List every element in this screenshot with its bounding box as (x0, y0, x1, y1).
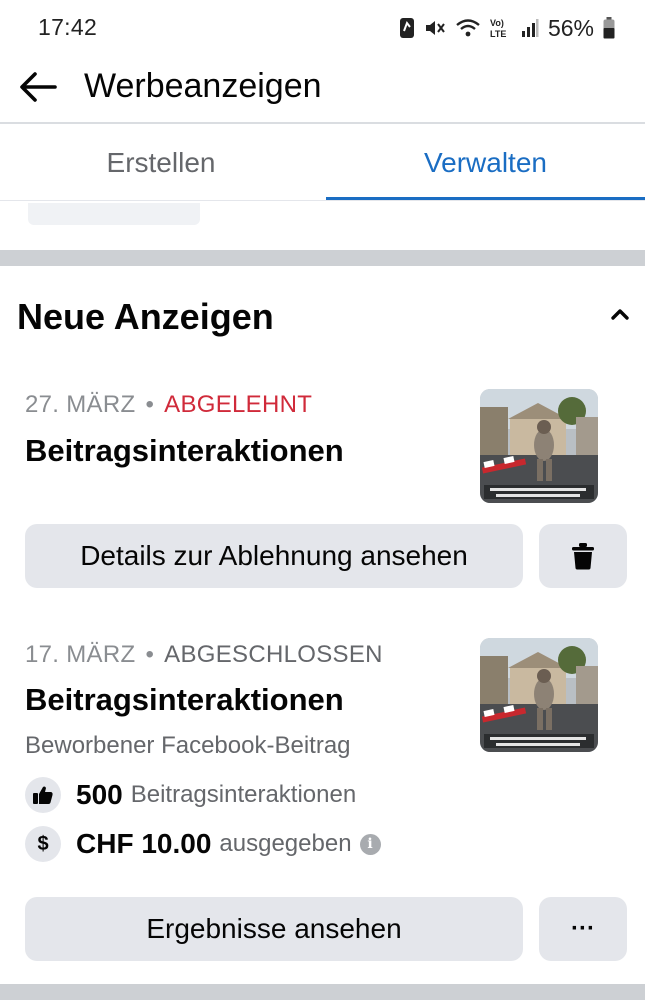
ad-title: Beitragsinteraktionen (25, 433, 344, 468)
metric-value: CHF 10.00 (76, 828, 212, 859)
view-results-button[interactable]: Ergebnisse ansehen (25, 897, 523, 961)
ad-thumbnail[interactable] (480, 638, 598, 752)
section-separator (0, 250, 645, 266)
tab-verwalten[interactable]: Verwalten (326, 124, 645, 202)
meta-separator: • (145, 641, 155, 668)
section-title: Neue Anzeigen (17, 296, 274, 337)
tabs-divider (0, 200, 645, 201)
metric-label: ausgegeben (219, 830, 352, 857)
chevron-up-icon[interactable] (605, 302, 635, 326)
metric-spent: $ CHF 10.00 ausgegeben i (25, 824, 381, 864)
volte-icon: Vo)LTE (490, 18, 506, 39)
status-badge: ABGELEHNT (164, 391, 313, 418)
battery-percentage: 56% (547, 14, 594, 41)
tab-erstellen[interactable]: Erstellen (0, 124, 322, 202)
dollar-icon: $ (25, 826, 61, 862)
status-bar: 17:42 Vo) LTE 56% (0, 0, 645, 56)
ad-meta: 27. MÄRZ • ABGELEHNT (25, 391, 312, 419)
ad-title: Beitragsinteraktionen (25, 682, 344, 717)
more-icon: ··· (571, 915, 595, 942)
section-separator (0, 984, 645, 1000)
ad-subtitle: Beworbener Facebook-Beitrag (25, 732, 351, 759)
metric-interactions: 500 Beitragsinteraktionen (25, 775, 356, 815)
previous-card-remnant (28, 203, 200, 225)
thumbnail-image (480, 638, 598, 752)
status-badge: ABGESCHLOSSEN (164, 641, 383, 668)
status-time: 17:42 (38, 14, 98, 40)
page-title: Werbeanzeigen (84, 67, 322, 105)
svg-text:Vo): Vo) (490, 18, 504, 28)
app-header: Werbeanzeigen (0, 56, 645, 122)
thumbnail-image (480, 389, 598, 503)
svg-text:LTE: LTE (490, 29, 506, 39)
ad-thumbnail[interactable] (480, 389, 598, 503)
ad-date: 27. MÄRZ (25, 391, 136, 418)
more-options-button[interactable]: ··· (539, 897, 627, 961)
signal-icon (521, 19, 539, 37)
tab-bar: Erstellen Verwalten (0, 124, 645, 202)
metric-label: Beitragsinteraktionen (130, 781, 357, 808)
view-rejection-details-button[interactable]: Details zur Ablehnung ansehen (25, 524, 523, 588)
ad-date: 17. MÄRZ (25, 641, 136, 668)
info-icon[interactable]: i (359, 833, 381, 855)
meta-separator: • (145, 391, 155, 418)
nfc-icon (399, 18, 414, 38)
mute-icon (425, 21, 445, 35)
status-icons: Vo) LTE 56% (399, 13, 615, 43)
metric-value: 500 (76, 779, 123, 810)
trash-icon (572, 543, 594, 570)
battery-icon (603, 17, 615, 39)
wifi-icon (456, 19, 480, 37)
back-arrow-icon[interactable] (17, 66, 59, 108)
delete-button[interactable] (539, 524, 627, 588)
thumbs-up-icon (25, 777, 61, 813)
ad-meta: 17. MÄRZ • ABGESCHLOSSEN (25, 641, 383, 669)
